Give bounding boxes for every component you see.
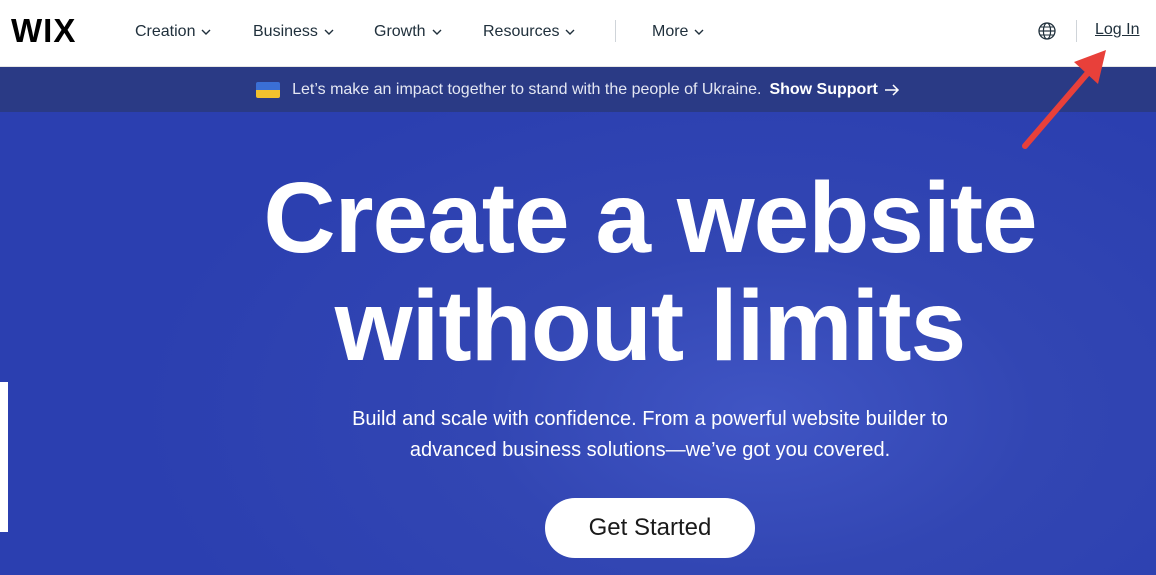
nav-item-more[interactable]: More [652,21,705,43]
nav-divider [615,20,616,42]
main-nav: Creation Business Growth Resources More [0,0,1156,66]
hero-section: Create a website without limits Build an… [0,112,1156,575]
ukraine-support-banner: Let’s make an impact together to stand w… [0,67,1156,112]
nav-item-label: Business [253,23,318,40]
get-started-button[interactable]: Get Started [545,498,755,558]
nav-item-creation[interactable]: Creation [135,21,212,43]
hero-subtitle-line: Build and scale with confidence. From a … [352,408,948,430]
nav-item-business[interactable]: Business [253,21,335,43]
top-navigation-bar: WIX Creation Business Growth Resources M… [0,0,1156,67]
chevron-down-icon [324,29,334,35]
side-feedback-tab[interactable] [0,382,8,532]
hero-title-line: without limits [334,270,966,382]
show-support-link[interactable]: Show Support [769,81,899,99]
banner-text: Let’s make an impact together to stand w… [292,80,762,98]
nav-item-resources[interactable]: Resources [483,21,576,43]
show-support-label: Show Support [769,80,878,98]
nav-item-label: Resources [483,23,560,40]
chevron-down-icon [694,29,704,35]
chevron-down-icon [565,29,575,35]
hero-title-line: Create a website [263,162,1037,274]
chevron-down-icon [201,29,211,35]
login-link[interactable]: Log In [1095,21,1139,39]
nav-item-label: Growth [374,23,426,40]
hero-subtitle-line: advanced business solutions—we’ve got yo… [409,439,891,461]
header-divider [1076,20,1077,42]
hero-title: Create a website without limits [0,164,1156,380]
chevron-down-icon [432,29,442,35]
ukraine-flag-icon [256,81,281,98]
nav-item-growth[interactable]: Growth [374,21,443,43]
nav-item-label: Creation [135,23,196,40]
globe-icon[interactable] [1037,21,1057,41]
nav-item-label: More [652,23,689,40]
arrow-right-icon [884,83,899,96]
hero-subtitle: Build and scale with confidence. From a … [0,404,1156,466]
